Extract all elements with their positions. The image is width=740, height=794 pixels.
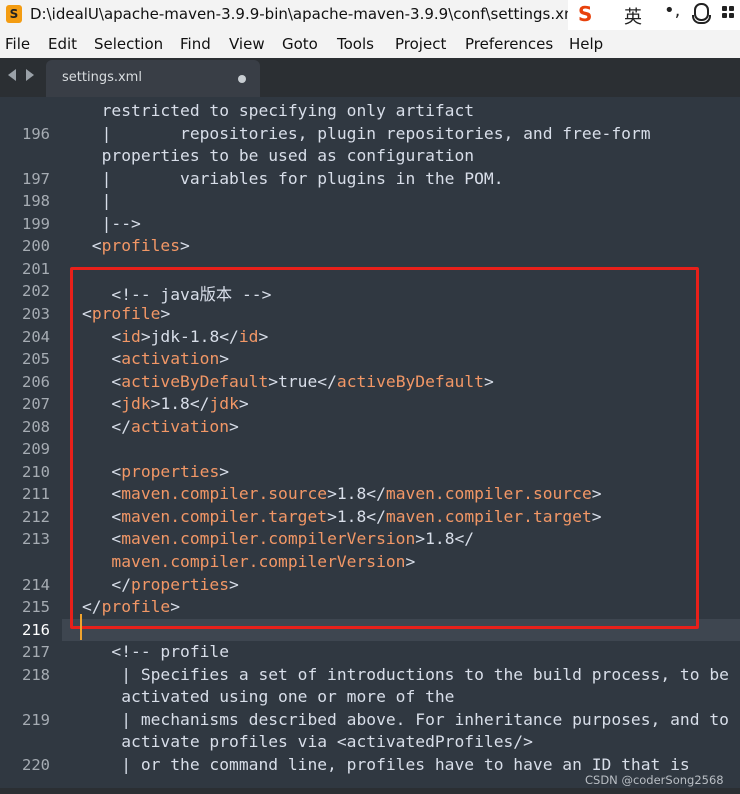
ime-language-toggle[interactable]: 英 — [624, 3, 642, 29]
line-number: 213 — [22, 530, 50, 549]
line-number: 219 — [22, 710, 50, 729]
code-text: activated using one or more of the — [82, 687, 455, 707]
tab-bar: settings.xml — [0, 58, 740, 97]
code-line[interactable]: properties to be used as configuration — [82, 146, 475, 166]
line-number: 211 — [22, 485, 50, 504]
line-number: 204 — [22, 327, 50, 346]
unsaved-dot-icon[interactable] — [238, 75, 246, 83]
code-line[interactable]: | or the command line, profiles have to … — [82, 755, 690, 774]
line-number: 210 — [22, 462, 50, 481]
code-line[interactable]: activated using one or more of the — [82, 687, 454, 706]
code-line[interactable]: | mechanisms described above. For inheri… — [82, 710, 729, 729]
code-line[interactable]: | Specifies a set of introductions to th… — [82, 665, 729, 684]
line-number: 217 — [22, 643, 50, 662]
code-line[interactable]: <!-- profile — [82, 642, 229, 661]
grid-icon[interactable] — [722, 6, 740, 24]
tab-settings-xml[interactable]: settings.xml — [46, 60, 260, 97]
code-line[interactable]: | variables for plugins in the POM. — [82, 169, 504, 188]
line-number: 196 — [22, 124, 50, 143]
line-number: 202 — [22, 282, 50, 301]
menu-find[interactable]: Find — [180, 35, 211, 53]
code-line[interactable]: | — [82, 191, 112, 211]
code-line[interactable]: | repositories, plugin repositories, and… — [82, 124, 651, 143]
menu-view[interactable]: View — [229, 35, 265, 53]
code-text: properties to be used as configuration — [82, 146, 475, 166]
line-number-gutter: 196 197 198 199 200 201 202 203 204 205 206 207 208 2… — [0, 97, 62, 794]
line-number: 206 — [22, 372, 50, 391]
code-text: restricted to specifying only artifact — [82, 101, 475, 120]
code-line[interactable]: <profiles> — [82, 236, 190, 255]
line-number: 205 — [22, 350, 50, 369]
line-number: 215 — [22, 598, 50, 617]
xml-tag-name: profiles — [101, 236, 181, 256]
code-line[interactable]: restricted to specifying only artifact — [82, 101, 475, 120]
code-text: | repositories, plugin repositories, and… — [82, 123, 651, 143]
line-number: 208 — [22, 417, 50, 436]
code-editor[interactable]: 196 197 198 199 200 201 202 203 204 205 206 207 208 2… — [0, 97, 740, 794]
code-text: > — [180, 236, 190, 256]
mic-stand-icon — [692, 15, 711, 24]
code-text: | or the command line, profiles have to … — [82, 754, 690, 774]
menu-project[interactable]: Project — [395, 35, 446, 53]
code-text: <!-- profile — [82, 642, 230, 662]
status-bar — [0, 788, 740, 794]
code-text: | Specifies a set of introductions to th… — [82, 664, 729, 684]
line-number: 207 — [22, 395, 50, 414]
line-number: 218 — [22, 665, 50, 684]
title-bar: S D:\idealU\apache-maven-3.9.9-bin\apach… — [0, 0, 740, 30]
menu-preferences[interactable]: Preferences — [465, 35, 553, 53]
code-line[interactable]: |--> — [82, 214, 141, 233]
line-number: 220 — [22, 755, 50, 774]
line-number: 201 — [22, 259, 50, 278]
line-number: 198 — [22, 192, 50, 211]
line-number: 214 — [22, 575, 50, 594]
menu-file[interactable]: File — [5, 35, 30, 53]
ime-toolbar: S 英 •, — [568, 0, 740, 30]
sogou-logo-icon[interactable]: S — [578, 2, 592, 26]
menu-goto[interactable]: Goto — [282, 35, 318, 53]
tab-label: settings.xml — [62, 70, 142, 85]
tab-nav-right-icon[interactable] — [26, 69, 34, 81]
code-text: | — [82, 191, 112, 211]
code-text: activate profiles via <activatedProfiles… — [82, 732, 533, 752]
code-text: | mechanisms described above. For inheri… — [82, 709, 729, 729]
menu-edit[interactable]: Edit — [48, 35, 77, 53]
line-number: 203 — [22, 304, 50, 323]
menu-help[interactable]: Help — [569, 35, 603, 53]
code-text: < — [82, 236, 102, 256]
code-text: |--> — [82, 213, 141, 233]
highlight-annotation-box — [70, 267, 699, 629]
line-number: 199 — [22, 214, 50, 233]
ime-punctuation-toggle[interactable]: •, — [664, 0, 680, 21]
menu-selection[interactable]: Selection — [94, 35, 163, 53]
line-number: 209 — [22, 440, 50, 459]
line-number: 216 — [22, 620, 50, 639]
app-icon: S — [6, 5, 22, 23]
window-title: D:\idealU\apache-maven-3.9.9-bin\apache-… — [30, 5, 583, 23]
code-text: | variables for plugins in the POM. — [82, 168, 504, 188]
watermark: CSDN @coderSong2568 — [585, 773, 724, 787]
menu-tools[interactable]: Tools — [337, 35, 374, 53]
line-number: 200 — [22, 237, 50, 256]
tab-nav-left-icon[interactable] — [8, 69, 16, 81]
menu-bar: File Edit Selection Find View Goto Tools… — [0, 30, 740, 58]
code-line[interactable]: activate profiles via <activatedProfiles… — [82, 732, 533, 751]
line-number: 212 — [22, 507, 50, 526]
text-cursor — [80, 614, 82, 640]
line-number: 197 — [22, 169, 50, 188]
